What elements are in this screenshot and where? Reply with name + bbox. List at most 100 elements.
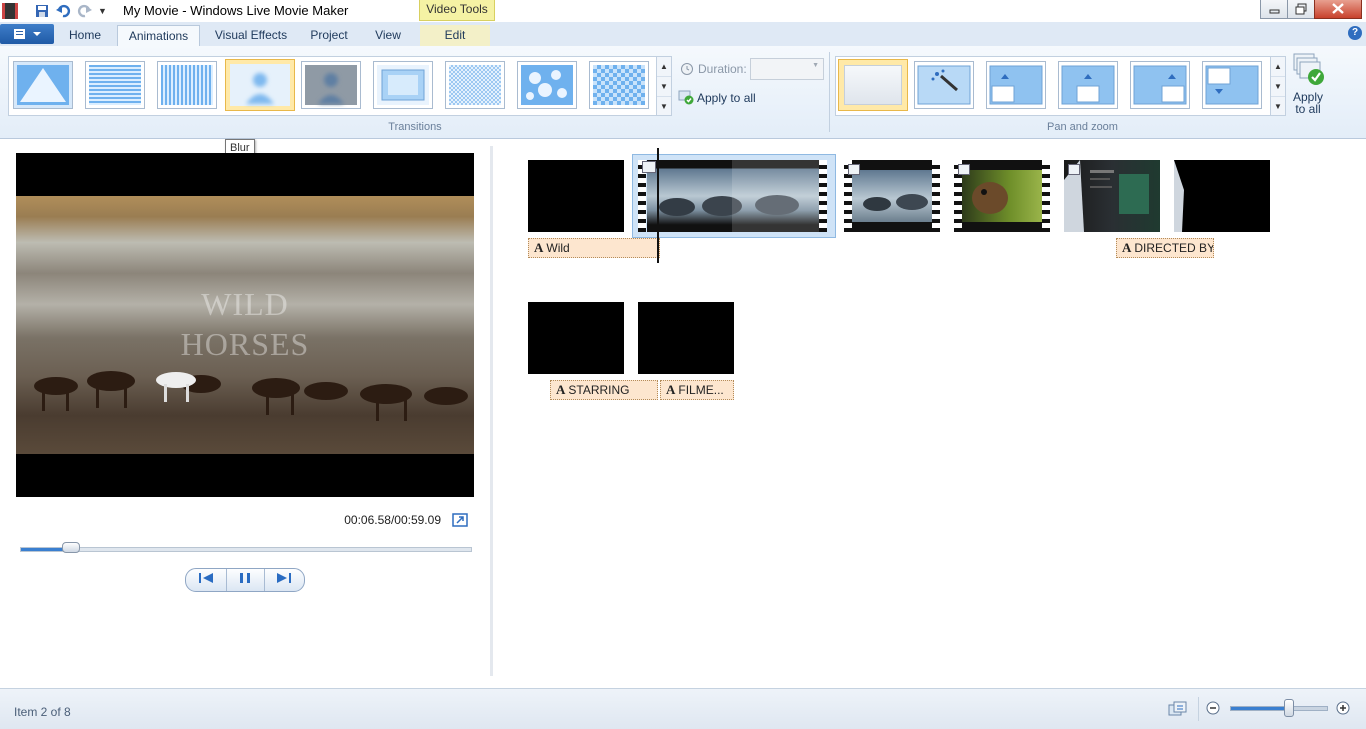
clip-5[interactable] (1064, 160, 1160, 232)
caption-text: FILME... (678, 383, 724, 397)
transition-zoom[interactable] (373, 61, 433, 109)
pan-zoom-up-left[interactable] (986, 61, 1046, 109)
title-bar: ▼ My Movie - Windows Live Movie Maker Vi… (0, 0, 1366, 22)
caption-text: Wild (546, 241, 570, 255)
fullscreen-preview-icon[interactable] (452, 513, 468, 527)
clip-8[interactable] (638, 302, 734, 374)
transition-pixelate[interactable] (445, 61, 505, 109)
gallery-more-icon[interactable]: ▼ (1271, 97, 1285, 116)
caption-text: DIRECTED BY (1134, 241, 1214, 255)
transition-bars-horizontal[interactable] (85, 61, 145, 109)
seek-bar[interactable] (20, 547, 472, 552)
transitions-gallery-scroll[interactable]: ▲ ▼ ▼ (656, 56, 672, 116)
clip-4-thumbnail (962, 170, 1042, 222)
clip-7[interactable] (528, 302, 624, 374)
customize-qat-icon[interactable]: ▼ (98, 3, 114, 19)
gallery-more-icon[interactable]: ▼ (657, 97, 671, 116)
previous-frame-icon (199, 573, 213, 583)
group-separator (829, 52, 830, 132)
pan-zoom-automatic[interactable] (914, 61, 974, 109)
minimize-button[interactable] (1260, 0, 1288, 19)
pane-splitter[interactable] (490, 146, 493, 676)
scroll-down-icon[interactable]: ▼ (1271, 77, 1285, 97)
transition-fade[interactable] (301, 61, 361, 109)
tab-animations[interactable]: Animations (117, 25, 200, 47)
apply-to-all-icon (678, 89, 694, 105)
next-frame-button[interactable] (264, 569, 302, 591)
tab-home[interactable]: Home (62, 25, 108, 46)
title-overlay: WILD HORSES (16, 284, 474, 364)
thumbnail-size-icon[interactable] (1168, 701, 1188, 717)
transition-badge-icon (958, 164, 970, 175)
help-icon[interactable]: ? (1348, 26, 1362, 40)
duration-label: Duration: (698, 62, 747, 76)
filmstrip-edge (1042, 160, 1050, 232)
caption-directed-by[interactable]: A DIRECTED BY (1116, 238, 1214, 258)
clip-2-selected[interactable] (632, 154, 836, 238)
transition-checkerboard[interactable] (589, 61, 649, 109)
transitions-gallery (8, 56, 658, 116)
restore-button[interactable] (1287, 0, 1315, 19)
tab-visual-effects[interactable]: Visual Effects (206, 25, 296, 46)
ribbon-tab-bar: Home Animations Visual Effects Project V… (0, 22, 1366, 47)
previous-frame-button[interactable] (188, 569, 227, 591)
overlay-line-2: HORSES (180, 326, 310, 362)
app-icon[interactable] (2, 3, 18, 19)
close-button[interactable] (1314, 0, 1362, 19)
redo-icon[interactable] (77, 3, 93, 19)
filmstrip-edge (932, 160, 940, 232)
pan-zoom-group-label: Pan and zoom (1047, 121, 1118, 133)
caption-icon: A (666, 382, 676, 397)
transition-diagonal[interactable] (13, 61, 73, 109)
clip-1[interactable] (528, 160, 624, 232)
transition-badge-icon (642, 161, 656, 173)
application-menu-button[interactable] (0, 24, 54, 44)
scroll-up-icon[interactable]: ▲ (657, 57, 671, 77)
transition-blur[interactable] (225, 59, 295, 111)
pan-zoom-down[interactable] (1202, 61, 1262, 109)
status-separator (1198, 697, 1199, 721)
zoom-in-icon[interactable] (1336, 701, 1350, 715)
clip-6[interactable] (1174, 160, 1270, 232)
scroll-down-icon[interactable]: ▼ (657, 77, 671, 97)
scroll-up-icon[interactable]: ▲ (1271, 57, 1285, 77)
preview-monitor[interactable]: WILD HORSES (16, 153, 474, 497)
save-icon[interactable] (34, 3, 50, 19)
window-title: My Movie - Windows Live Movie Maker (123, 3, 349, 18)
pan-zoom-up-right[interactable] (1130, 61, 1190, 109)
clip-4[interactable] (954, 160, 1050, 232)
zoom-slider-track[interactable] (1230, 706, 1328, 711)
playhead[interactable] (657, 148, 659, 263)
caption-starring[interactable]: A STARRING (550, 380, 658, 400)
pause-button[interactable] (226, 569, 265, 591)
next-frame-icon (277, 573, 291, 583)
seek-thumb[interactable] (62, 542, 80, 553)
clip-3[interactable] (844, 160, 940, 232)
zoom-out-icon[interactable] (1206, 701, 1220, 715)
caption-wild[interactable]: A Wild (528, 238, 660, 258)
transition-badge-icon (848, 164, 860, 175)
zoom-slider-thumb[interactable] (1284, 699, 1294, 717)
apply-to-all-large-icon (1293, 53, 1324, 85)
duration-dropdown-icon: ▼ (812, 62, 819, 69)
tab-project[interactable]: Project (304, 25, 354, 46)
playback-controls (185, 568, 305, 592)
undo-icon[interactable] (55, 3, 71, 19)
pan-zoom-apply-to-all-button[interactable]: Apply to all (1290, 52, 1326, 116)
pan-zoom-none[interactable] (838, 59, 908, 111)
duration-clock-icon (680, 61, 694, 75)
overlay-line-1: WILD (201, 286, 289, 322)
transition-bars-vertical[interactable] (157, 61, 217, 109)
pause-icon (240, 573, 250, 583)
caption-filmed[interactable]: A FILME... (660, 380, 734, 400)
duration-combobox[interactable]: ▼ (750, 58, 824, 80)
pan-zoom-up-center[interactable] (1058, 61, 1118, 109)
apply-to-all-transitions-button[interactable]: Apply to all (697, 91, 756, 105)
transition-badge-icon (1068, 164, 1080, 175)
pan-zoom-gallery-scroll[interactable]: ▲ ▼ ▼ (1270, 56, 1286, 116)
caption-icon: A (1122, 240, 1132, 255)
tab-view[interactable]: View (364, 25, 412, 46)
transition-dissolve[interactable] (517, 61, 577, 109)
tab-edit[interactable]: Edit (420, 25, 490, 46)
transitions-group-label: Transitions (388, 121, 442, 133)
